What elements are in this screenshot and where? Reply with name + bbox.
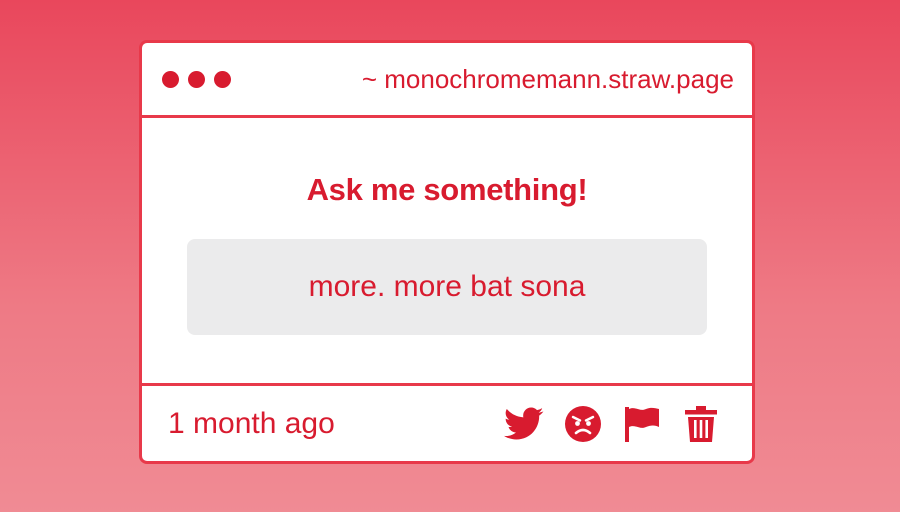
window-dot-3 [214,70,231,88]
trash-icon [685,405,717,442]
angry-face-icon [565,405,601,442]
flag-icon [625,406,659,442]
window-controls [162,70,231,88]
window-titlebar: ~ monochromemann.straw.page [142,43,752,118]
window-dot-2 [188,70,205,88]
timestamp: 1 month ago [168,406,335,440]
twitter-icon [504,407,544,439]
question-text: more. more bat sona [187,239,707,335]
action-bar [503,403,722,445]
window-dot-1 [162,70,179,88]
flag-button[interactable] [621,403,663,445]
card-body: Ask me something! more. more bat sona [142,118,752,386]
report-abuse-button[interactable] [562,403,604,445]
question-card: ~ monochromemann.straw.page Ask me somet… [139,40,755,464]
card-footer: 1 month ago [142,386,752,461]
page-url: ~ monochromemann.straw.page [361,63,734,94]
share-twitter-button[interactable] [503,403,545,445]
page-title: Ask me something! [306,172,588,207]
delete-button[interactable] [680,403,722,445]
